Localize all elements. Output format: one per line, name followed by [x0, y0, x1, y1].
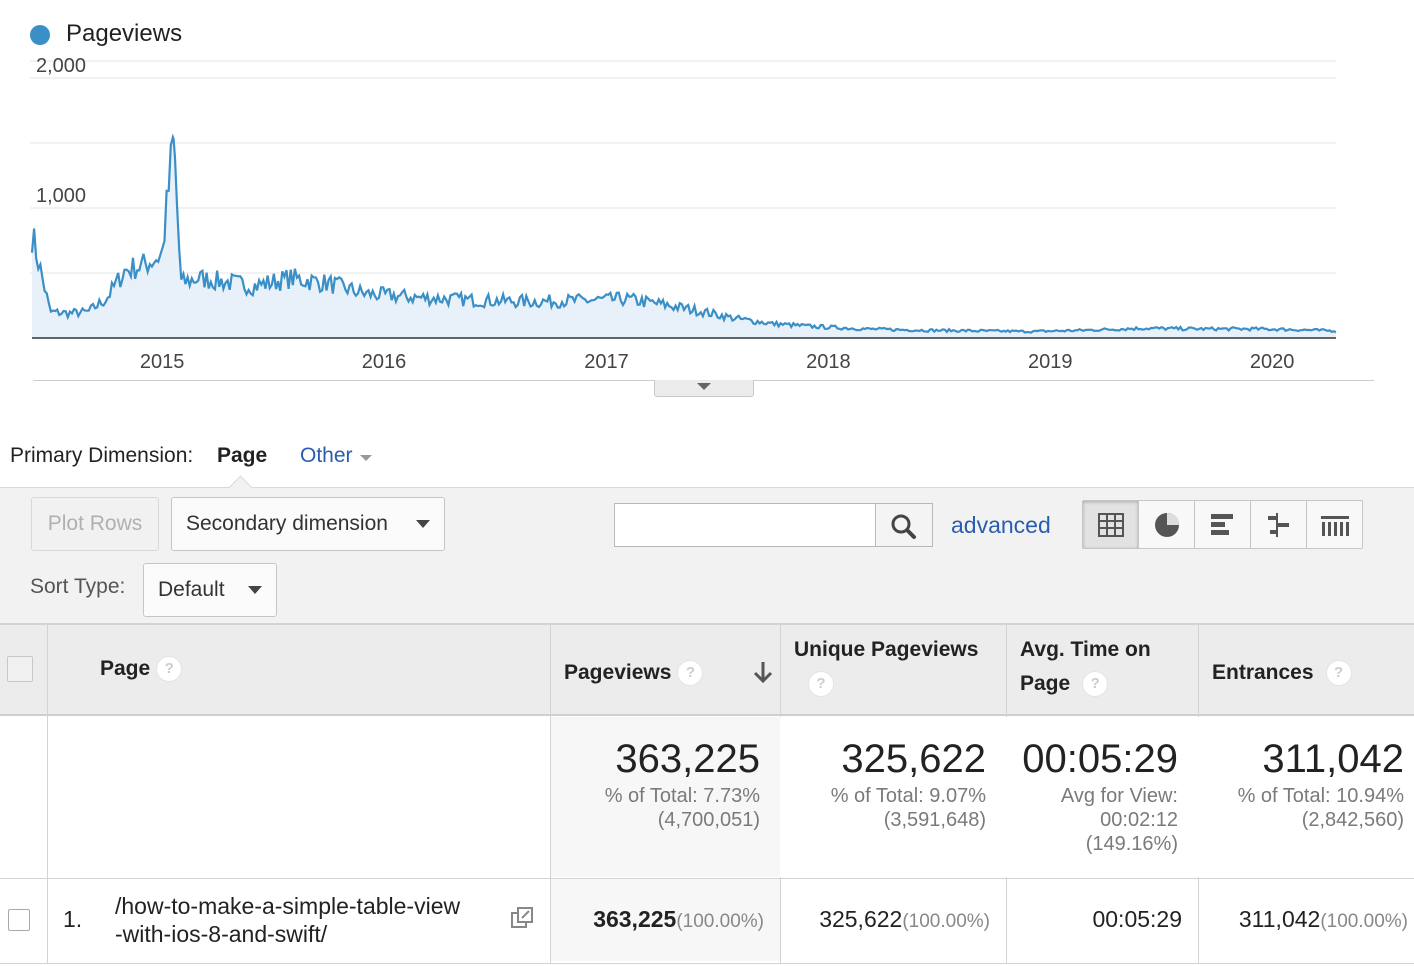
chart-series-area [30, 133, 1337, 339]
x-tick-label: 2017 [584, 351, 629, 373]
view-percentage-button[interactable] [1139, 501, 1195, 548]
x-tick-label: 2018 [806, 351, 851, 373]
legend-series-label: Pageviews [66, 20, 183, 47]
primary-dimension-label: Primary Dimension: [10, 444, 194, 467]
total-avg-time-label: Avg for View: [1060, 785, 1178, 807]
total-avg-time-view: 00:02:12 [1100, 809, 1178, 831]
bar-chart-icon [1210, 513, 1233, 535]
total-unique-pageviews: 325,622 [841, 737, 986, 781]
column-header-pageviews[interactable]: Pageviews? [564, 656, 704, 690]
row-page-link[interactable]: /how-to-make-a-simple-table-view -with-io… [115, 892, 460, 948]
x-tick-label: 2016 [362, 351, 407, 373]
primary-dimension-page[interactable]: Page [217, 444, 267, 468]
help-icon[interactable]: ? [808, 671, 834, 698]
table-header [0, 623, 1414, 716]
select-all-checkbox[interactable] [7, 656, 33, 682]
help-icon[interactable]: ? [1082, 671, 1109, 698]
help-icon[interactable]: ? [1325, 660, 1352, 687]
caret-down-icon [248, 586, 262, 594]
plot-rows-button[interactable]: Plot Rows [31, 497, 159, 551]
y-tick-label: 1,000 [36, 185, 86, 207]
row-pageviews: 363,225(100.00%) [593, 906, 764, 932]
view-performance-button[interactable] [1195, 501, 1251, 548]
legend-series-dot [30, 25, 50, 45]
x-tick-label: 2015 [140, 351, 185, 373]
sort-type-value: Default [158, 578, 225, 601]
secondary-dimension-label: Secondary dimension [186, 512, 388, 535]
row-avg-time: 00:05:29 [1092, 906, 1182, 932]
sort-descending-arrow-icon[interactable] [752, 660, 774, 686]
row-entrances: 311,042(100.00%) [1238, 906, 1408, 932]
sort-type-label: Sort Type: [30, 575, 126, 598]
total-unique-pageviews-percent: % of Total: 9.07% [830, 785, 986, 807]
row-index: 1. [63, 906, 83, 932]
column-header-avg-time-on-page[interactable]: Avg. Time on Page? [1020, 633, 1190, 701]
grid-icon [1097, 512, 1124, 537]
open-external-link-icon[interactable] [510, 906, 534, 930]
row-checkbox[interactable] [8, 909, 30, 931]
row-unique-pageviews: 325,622(100.00%) [819, 906, 990, 932]
advanced-filter-link[interactable]: advanced [951, 512, 1051, 539]
chart-expand-toggle[interactable] [654, 380, 754, 397]
search-button[interactable] [876, 503, 933, 547]
view-data-table-button[interactable] [1083, 501, 1139, 548]
y-tick-label: 2,000 [36, 55, 86, 77]
view-comparison-button[interactable] [1251, 501, 1307, 548]
total-entrances: 311,042 [1262, 737, 1404, 781]
table-search-input[interactable] [614, 503, 876, 547]
table-view-switcher [1082, 500, 1363, 549]
x-tick-label: 2019 [1028, 351, 1073, 373]
pivot-icon [1320, 515, 1349, 536]
view-term-cloud-button[interactable] [1307, 501, 1362, 548]
total-pageviews-site: (4,700,051) [657, 809, 760, 831]
total-pageviews: 363,225 [615, 737, 760, 781]
pageviews-chart: 2,000 1,000 2015 2016 2017 2018 2019 2020 [30, 55, 1337, 373]
total-entrances-site: (2,842,560) [1301, 809, 1404, 831]
caret-down-icon [416, 520, 430, 528]
column-header-page[interactable]: Page? [100, 652, 183, 686]
help-icon[interactable]: ? [677, 660, 704, 687]
secondary-dimension-dropdown[interactable]: Secondary dimension [171, 497, 445, 551]
column-header-unique-pageviews[interactable]: Unique Pageviews? [794, 633, 994, 701]
x-tick-label: 2020 [1250, 351, 1295, 373]
total-avg-time: 00:05:29 [1022, 737, 1178, 781]
chart-gridlines [30, 60, 1336, 274]
search-icon [891, 514, 916, 539]
help-icon[interactable]: ? [156, 656, 183, 683]
total-entrances-percent: % of Total: 10.94% [1237, 785, 1404, 807]
chevron-down-icon [360, 455, 372, 461]
primary-dimension-other[interactable]: Other [300, 444, 353, 468]
comparison-icon [1267, 512, 1289, 537]
total-pageviews-percent: % of Total: 7.73% [604, 785, 760, 807]
pie-chart-icon [1154, 512, 1179, 537]
column-header-entrances[interactable]: Entrances? [1212, 656, 1352, 690]
chevron-down-icon [697, 383, 711, 390]
sort-type-dropdown[interactable]: Default [143, 563, 277, 617]
total-avg-time-percent: (149.16%) [1085, 833, 1178, 855]
total-unique-pageviews-site: (3,591,648) [883, 809, 986, 831]
